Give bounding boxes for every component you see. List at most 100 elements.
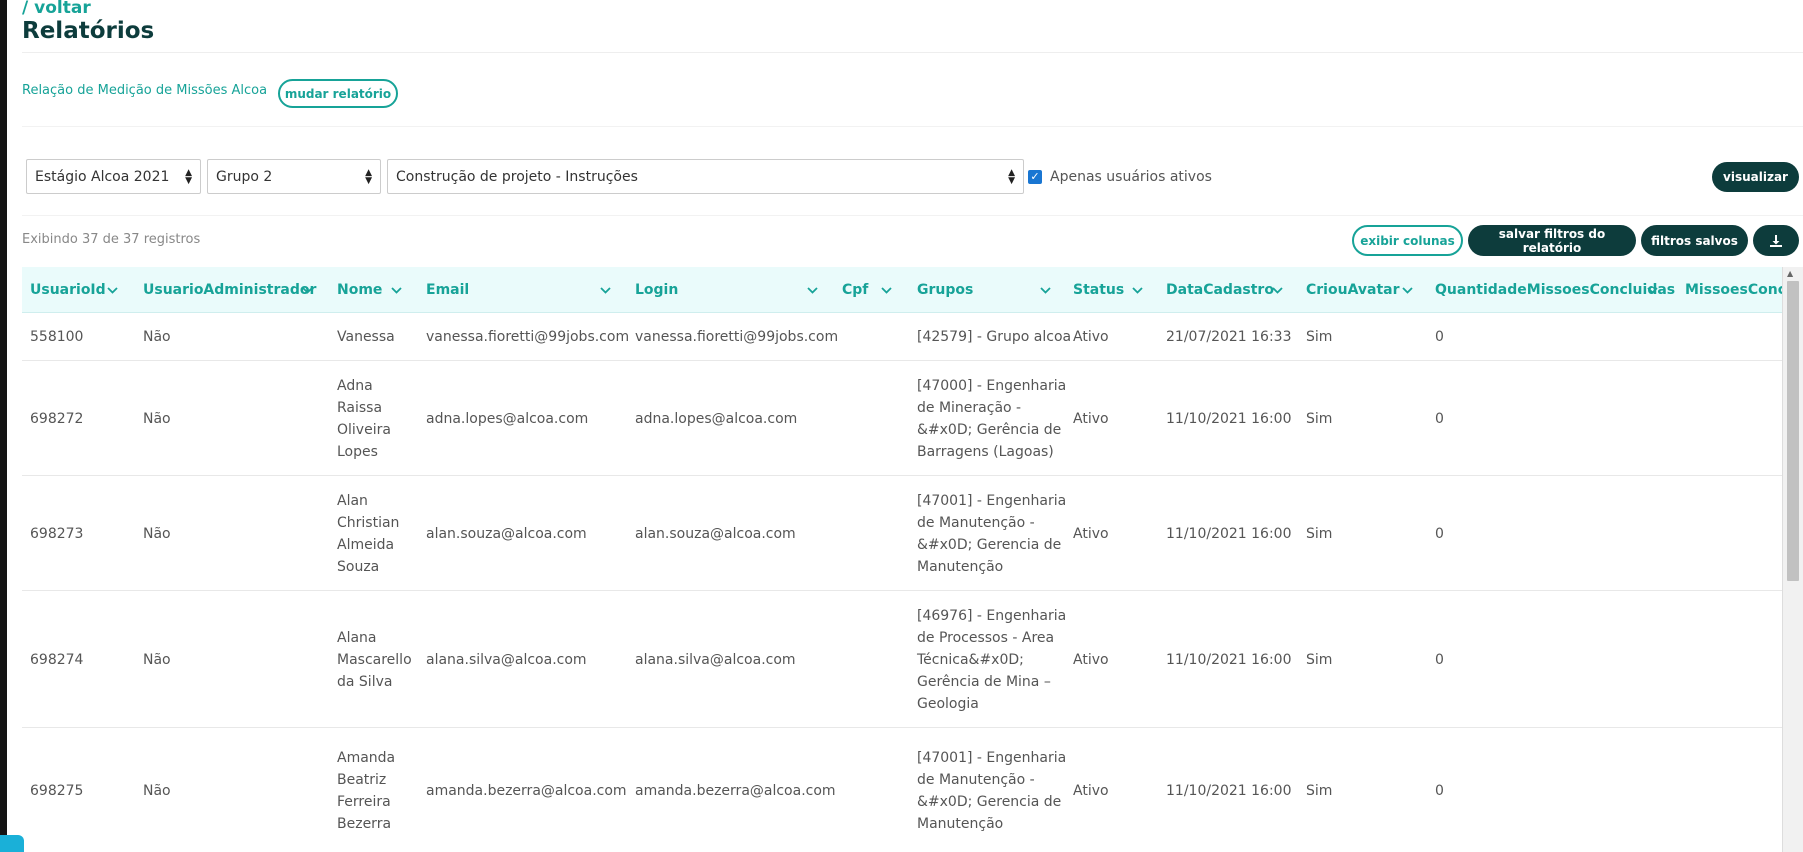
select-arrows-icon: ▲ ▼ — [365, 167, 372, 186]
cell-criou-avatar: Sim — [1306, 652, 1333, 668]
cell-grupos: [42579] - Grupo alcoa — [917, 326, 1071, 348]
cell-line: Barragens (Lagoas) — [917, 444, 1054, 460]
cell-login: vanessa.fioretti@99jobs.com — [635, 329, 839, 345]
cell-line: Alan — [337, 493, 368, 509]
group-select-value: Grupo 2 — [216, 168, 273, 185]
cell-status: Ativo — [1073, 783, 1109, 799]
cell-line: [47001] - Engenharia — [917, 493, 1067, 509]
table-row[interactable]: 698272 Não Adna Raissa Oliveira Lopes adna.lop… — [22, 361, 1797, 476]
table-scrollbar[interactable]: ▲ — [1782, 267, 1803, 852]
scroll-up-icon[interactable]: ▲ — [1787, 269, 1793, 278]
change-report-button[interactable]: mudar relatório — [278, 79, 398, 108]
cell-line: da Silva — [337, 674, 393, 690]
cell-line: Lopes — [337, 444, 378, 460]
column-header-usuario-administrador[interactable]: UsuarioAdministrador — [143, 267, 316, 313]
column-header-cpf[interactable]: Cpf — [842, 267, 868, 313]
visualize-button[interactable]: visualizar — [1712, 162, 1799, 192]
mission-select[interactable]: Construção de projeto - Instruções ▲ ▼ — [387, 159, 1024, 194]
cell-usuario-id: 698275 — [30, 783, 84, 799]
cell-nome: Alana Mascarello da Silva — [337, 627, 412, 693]
page-title: Relatórios — [22, 18, 155, 44]
column-header-email[interactable]: Email — [426, 267, 469, 313]
saved-filters-button[interactable]: filtros salvos — [1641, 225, 1748, 256]
cell-line: Souza — [337, 559, 380, 575]
cell-line: [47000] - Engenharia — [917, 378, 1067, 394]
cell-grupos: [47000] - Engenharia de Mineração - &#x0D;… — [917, 375, 1066, 463]
divider — [22, 215, 1803, 216]
chevron-down-icon[interactable] — [1272, 267, 1283, 313]
column-header-login[interactable]: Login — [635, 267, 678, 313]
cell-line: Amanda — [337, 750, 396, 766]
table-row[interactable]: 698273 Não Alan Christian Almeida Souza alan.s… — [22, 476, 1797, 591]
group-select[interactable]: Grupo 2 ▲ ▼ — [207, 159, 381, 194]
chevron-down-icon[interactable] — [1040, 267, 1051, 313]
chevron-down-icon[interactable] — [391, 267, 402, 313]
chevron-down-icon[interactable] — [600, 267, 611, 313]
cell-criou-avatar: Sim — [1306, 783, 1333, 799]
chevron-down-icon[interactable] — [1132, 267, 1143, 313]
cell-login: alana.silva@alcoa.com — [635, 652, 796, 668]
column-header-grupos[interactable]: Grupos — [917, 267, 973, 313]
cell-email: amanda.bezerra@alcoa.com — [426, 783, 627, 799]
cell-line: Christian — [337, 515, 400, 531]
records-count: Exibindo 37 de 37 registros — [22, 232, 201, 247]
chevron-down-icon[interactable] — [302, 267, 313, 313]
column-header-data-cadastro[interactable]: DataCadastro — [1166, 267, 1274, 313]
save-filters-button[interactable]: salvar filtros do relatório — [1468, 225, 1636, 256]
chevron-down-icon[interactable] — [107, 267, 118, 313]
table-row[interactable]: 698275 Não Amanda Beatriz Ferreira Bezerra ama… — [22, 728, 1797, 852]
cell-nome: Vanessa — [337, 326, 395, 348]
table-header: UsuarioId UsuarioAdministrador Nome Email Lo… — [22, 267, 1801, 313]
cell-data-cadastro: 11/10/2021 16:00 — [1166, 526, 1292, 542]
cell-line: Beatriz — [337, 772, 387, 788]
cell-quantidade-missoes-concluidas: 0 — [1435, 329, 1444, 345]
cell-usuario-id: 698273 — [30, 526, 84, 542]
back-link[interactable]: / voltar — [22, 0, 91, 18]
chevron-down-icon[interactable] — [881, 267, 892, 313]
column-header-status[interactable]: Status — [1073, 267, 1124, 313]
active-users-checkbox[interactable]: ✓ — [1028, 170, 1042, 184]
cell-data-cadastro: 11/10/2021 16:00 — [1166, 652, 1292, 668]
chevron-down-icon[interactable] — [1647, 267, 1658, 313]
cell-line: &#x0D; Gerencia de — [917, 537, 1062, 553]
cell-line: Bezerra — [337, 816, 392, 832]
cell-quantidade-missoes-concluidas: 0 — [1435, 411, 1444, 427]
active-users-filter: ✓ Apenas usuários ativos — [1028, 169, 1212, 185]
column-header-usuario-id[interactable]: UsuarioId — [30, 267, 106, 313]
corner-widget[interactable] — [0, 835, 24, 852]
cell-line: [47001] - Engenharia — [917, 750, 1067, 766]
column-header-nome[interactable]: Nome — [337, 267, 382, 313]
cell-line: [42579] - Grupo alcoa — [917, 329, 1072, 345]
cell-line: Almeida — [337, 537, 395, 553]
chevron-down-icon[interactable] — [807, 267, 818, 313]
chevron-down-icon[interactable] — [1402, 267, 1413, 313]
cell-grupos: [47001] - Engenharia de Manutenção - &#x0D… — [917, 747, 1066, 835]
cell-line: Técnica&#x0D; — [917, 652, 1024, 668]
cell-status: Ativo — [1073, 526, 1109, 542]
cell-usuario-id: 698272 — [30, 411, 84, 427]
cell-email: alana.silva@alcoa.com — [426, 652, 587, 668]
column-header-criou-avatar[interactable]: CriouAvatar — [1306, 267, 1400, 313]
table-row[interactable]: 558100 Não Vanessa vanessa.fioretti@99jobs.… — [22, 313, 1797, 361]
cell-login: amanda.bezerra@alcoa.com — [635, 783, 836, 799]
program-select-value: Estágio Alcoa 2021 — [35, 168, 170, 185]
cell-grupos: [46976] - Engenharia de Processos - Area T… — [917, 605, 1066, 715]
cell-line: Vanessa — [337, 329, 395, 345]
cell-line: Mascarello — [337, 652, 412, 668]
program-select[interactable]: Estágio Alcoa 2021 ▲ ▼ — [26, 159, 201, 194]
cell-status: Ativo — [1073, 652, 1109, 668]
cell-line: Manutenção — [917, 559, 1004, 575]
cell-line: Alana — [337, 630, 377, 646]
table-row[interactable]: 698274 Não Alana Mascarello da Silva alana.si… — [22, 591, 1797, 728]
scrollbar-thumb[interactable] — [1787, 281, 1799, 581]
column-header-quantidade-missoes-concluidas[interactable]: QuantidadeMissoesConcluidas — [1435, 267, 1675, 313]
cell-line: de Mineração - — [917, 400, 1022, 416]
divider — [22, 52, 1803, 53]
download-button[interactable] — [1753, 225, 1799, 256]
cell-line: de Processos - Area — [917, 630, 1055, 646]
cell-line: &#x0D; Gerencia de — [917, 794, 1062, 810]
show-columns-button[interactable]: exibir colunas — [1352, 225, 1463, 256]
active-users-label: Apenas usuários ativos — [1050, 169, 1212, 185]
cell-line: Gerência de Mina – — [917, 674, 1051, 690]
cell-line: Oliveira — [337, 422, 391, 438]
